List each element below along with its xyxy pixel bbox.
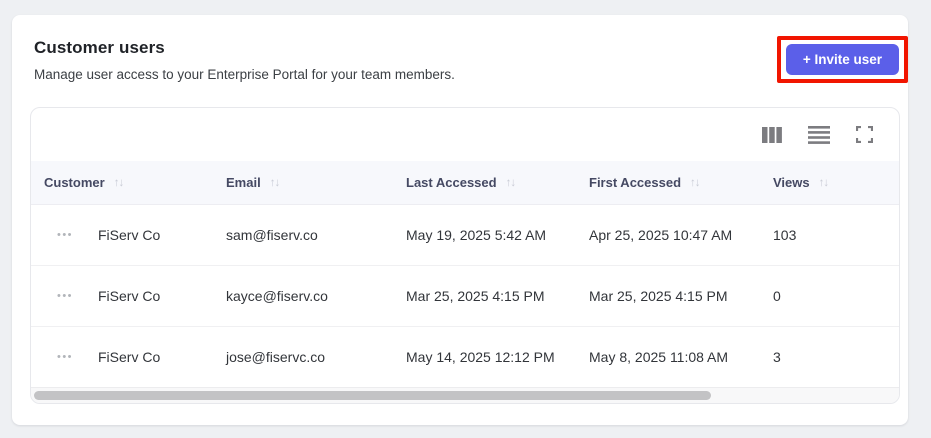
annotation-highlight-box: + Invite user [776,36,908,83]
views-cell: 3 [773,349,781,365]
views-cell: 0 [773,288,781,304]
table-row: ••• FiServ Co jose@fiservc.co May 14, 20… [31,327,899,388]
customer-cell: FiServ Co [98,227,161,243]
first-accessed-cell: Mar 25, 2025 4:15 PM [589,288,728,304]
users-table: Customer ↑↓ Email ↑↓ Last Accessed ↑↓ Fi… [30,107,900,404]
columns-icon[interactable] [760,125,784,145]
horizontal-scrollbar-track[interactable] [31,387,899,403]
fullscreen-icon[interactable] [854,124,875,145]
sort-icon[interactable]: ↑↓ [270,177,280,189]
email-cell: kayce@fiserv.co [226,288,328,304]
row-menu-icon[interactable]: ••• [44,284,86,308]
table-row: ••• FiServ Co sam@fiserv.co May 19, 2025… [31,205,899,266]
customer-cell: FiServ Co [98,288,161,304]
table-toolbar [31,108,899,161]
table-header-row: Customer ↑↓ Email ↑↓ Last Accessed ↑↓ Fi… [31,161,899,205]
email-cell: jose@fiservc.co [226,349,326,365]
row-menu-icon[interactable]: ••• [44,345,86,369]
customer-users-panel: Customer users Manage user access to you… [12,15,908,425]
last-accessed-cell: May 14, 2025 12:12 PM [406,349,555,365]
row-density-icon[interactable] [806,124,832,146]
column-header-first-accessed[interactable]: First Accessed ↑↓ [576,175,760,190]
column-header-email[interactable]: Email ↑↓ [213,175,393,190]
sort-icon[interactable]: ↑↓ [114,177,124,189]
sort-icon[interactable]: ↑↓ [506,177,516,189]
table-row: ••• FiServ Co kayce@fiserv.co Mar 25, 20… [31,266,899,327]
first-accessed-cell: May 8, 2025 11:08 AM [589,349,729,365]
invite-user-button[interactable]: + Invite user [785,44,899,75]
horizontal-scrollbar-thumb[interactable] [34,391,711,400]
sort-icon[interactable]: ↑↓ [690,177,700,189]
column-header-last-accessed[interactable]: Last Accessed ↑↓ [393,175,576,190]
column-header-views[interactable]: Views ↑↓ [760,175,899,190]
customer-cell: FiServ Co [98,349,161,365]
last-accessed-cell: May 19, 2025 5:42 AM [406,227,547,243]
email-cell: sam@fiserv.co [226,227,318,243]
panel-header: Customer users Manage user access to you… [12,15,908,83]
row-menu-icon[interactable]: ••• [44,223,86,247]
last-accessed-cell: Mar 25, 2025 4:15 PM [406,288,545,304]
first-accessed-cell: Apr 25, 2025 10:47 AM [589,227,733,243]
sort-icon[interactable]: ↑↓ [819,177,829,189]
views-cell: 103 [773,227,797,243]
column-header-customer[interactable]: Customer ↑↓ [31,175,213,190]
